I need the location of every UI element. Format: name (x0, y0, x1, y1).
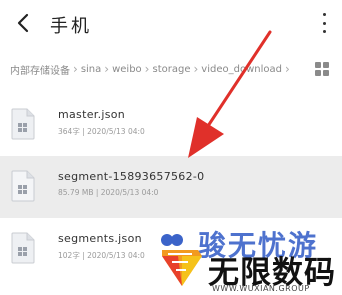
grid-cell (323, 62, 329, 68)
chevron-right-icon: › (73, 62, 78, 76)
breadcrumb-item[interactable]: weibo (112, 64, 142, 75)
file-row-segment[interactable]: segment-15893657562-0 85.79 MB | 2020/5/… (0, 156, 342, 218)
file-meta: 364字 | 2020/5/13 04:0 (58, 127, 145, 136)
grid-view-button[interactable] (315, 62, 329, 76)
back-chevron-icon (17, 13, 29, 33)
more-dot (322, 30, 326, 33)
chevron-right-icon: › (144, 62, 150, 76)
more-dot (322, 21, 326, 25)
breadcrumb-item[interactable]: storage (152, 64, 190, 75)
breadcrumb-item[interactable]: sina (81, 64, 101, 75)
file-name: segment-15893657562-0 (58, 170, 205, 183)
breadcrumb-bar: 内部存储设备 › sina › weibo › storage › video_… (0, 54, 342, 84)
chevron-right-icon: › (284, 62, 290, 76)
file-meta: 85.79 MB | 2020/5/13 04:0 (58, 188, 159, 197)
file-icon (11, 108, 35, 140)
file-name: segments.json (58, 232, 142, 245)
watermark-logo-icon (161, 234, 202, 286)
file-name: master.json (58, 108, 126, 121)
grid-view-icon (315, 62, 321, 68)
file-row-master-json[interactable]: master.json 364字 | 2020/5/13 04:0 (0, 94, 342, 156)
file-icon (11, 170, 35, 202)
app-header: 手机 (0, 0, 342, 46)
chevron-right-icon: › (104, 62, 110, 76)
file-icon (11, 232, 35, 264)
chevron-right-icon: › (193, 62, 199, 76)
grid-cell (323, 70, 329, 76)
watermark-url-text: WWW.WUXIAN.GROUP (212, 284, 310, 293)
breadcrumb-item[interactable]: video_download (201, 64, 282, 75)
page-title: 手机 (50, 16, 92, 37)
more-options-button[interactable] (318, 13, 330, 33)
back-button[interactable] (10, 10, 36, 36)
breadcrumb: 内部存储设备 › sina › weibo › storage › video_… (10, 54, 300, 84)
grid-cell (315, 70, 321, 76)
breadcrumb-item[interactable]: 内部存储设备 (10, 62, 70, 77)
file-meta: 102字 | 2020/5/13 04:0 (58, 251, 145, 260)
more-vertical-icon (322, 13, 326, 16)
